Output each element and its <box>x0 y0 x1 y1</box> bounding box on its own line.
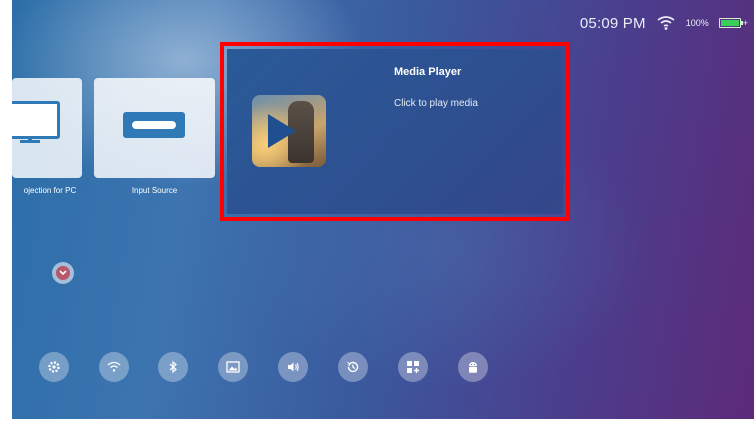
bluetooth-icon[interactable] <box>158 352 188 382</box>
apps-add-icon[interactable] <box>398 352 428 382</box>
android-icon[interactable] <box>458 352 488 382</box>
history-icon[interactable] <box>338 352 368 382</box>
store-icon[interactable] <box>52 262 74 284</box>
status-bar: 05:09 PM 100% + <box>580 14 748 32</box>
card-title: Media Player <box>394 66 462 78</box>
clock: 05:09 PM <box>579 14 646 32</box>
sound-icon[interactable] <box>278 352 308 382</box>
tile-input-source[interactable] <box>94 78 215 178</box>
battery-icon <box>718 18 743 28</box>
wifi-icon <box>656 15 676 31</box>
settings-icon[interactable] <box>39 352 69 382</box>
tile-label-input-source: Input Source <box>131 186 178 195</box>
charging-icon: + <box>742 18 748 28</box>
picture-icon[interactable] <box>218 352 248 382</box>
home-screen: 05:09 PM 100% + ojection for PC Input So… <box>12 0 754 419</box>
media-player-card[interactable]: Media Player Click to play media <box>227 49 563 214</box>
monitor-icon <box>12 101 60 139</box>
battery-percent: 100% <box>685 18 709 28</box>
card-subtitle: Click to play media <box>394 98 478 109</box>
battery-fill <box>720 20 739 26</box>
tile-projection-pc[interactable] <box>12 78 82 178</box>
monitor-stand <box>20 140 40 143</box>
media-player-icon <box>252 95 326 167</box>
input-source-icon <box>123 112 185 138</box>
focus-highlight: Media Player Click to play media <box>220 42 570 221</box>
wifi-settings-icon[interactable] <box>99 352 129 382</box>
tile-label-projection-pc: ojection for PC <box>23 186 77 195</box>
play-icon <box>268 114 296 148</box>
